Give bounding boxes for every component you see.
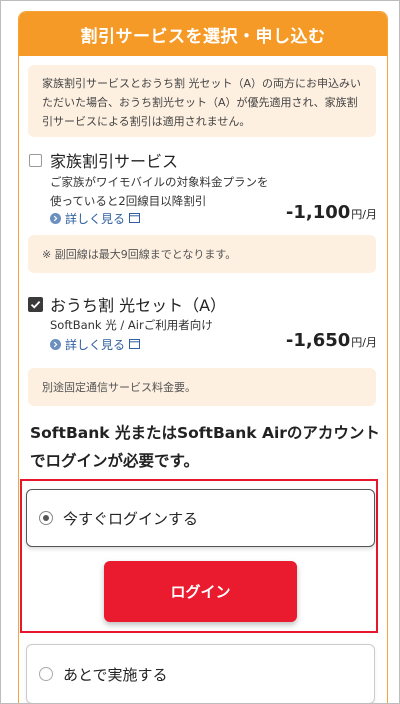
login-later-label: あとで実施する xyxy=(63,665,168,684)
home-discount-price-unit: 円/月 xyxy=(351,336,377,349)
login-now-label: 今すぐログインする xyxy=(63,509,199,528)
home-discount-price: -1,650円/月 xyxy=(286,330,377,351)
home-discount-note: 別途固定通信サービス料金要。 xyxy=(28,368,376,406)
family-discount-price-value: -1,100 xyxy=(285,202,351,223)
priority-notice: 家族割引サービスとおうち割 光セット（A）の両方にお申込みいただいた場合、おうち… xyxy=(28,65,376,137)
login-later-option[interactable]: あとで実施する xyxy=(26,644,375,703)
login-button[interactable]: ログイン xyxy=(104,561,297,622)
family-discount-note: ※ 副回線は最大9回線までとなります。 xyxy=(28,235,376,273)
radio-selected-icon xyxy=(39,511,53,525)
chevron-right-icon xyxy=(50,213,61,224)
external-window-icon xyxy=(129,338,141,352)
login-now-option[interactable]: 今すぐログインする xyxy=(26,489,375,547)
family-discount-title: 家族割引サービス xyxy=(50,152,179,171)
more-link-label: 詳しく見る xyxy=(65,338,126,352)
checkmark-icon xyxy=(30,300,41,309)
home-discount-checkbox[interactable] xyxy=(28,297,43,312)
home-discount-desc: SoftBank 光 / Airご利用者向け xyxy=(50,318,213,332)
family-discount-price-unit: 円/月 xyxy=(351,208,377,221)
chevron-right-icon xyxy=(50,339,61,350)
family-discount-checkbox[interactable] xyxy=(29,154,42,167)
home-discount-price-value: -1,650 xyxy=(285,330,351,351)
home-discount-title: おうち割 光セット（A） xyxy=(50,296,227,315)
panel-title: 割引サービスを選択・申し込む xyxy=(80,26,326,47)
login-required-heading: SoftBank 光またはSoftBank Airのアカウントでログインが必要で… xyxy=(30,424,380,470)
radio-unselected-icon xyxy=(39,667,53,681)
family-discount-desc-line1: ご家族がワイモバイルの対象料金プランを xyxy=(50,175,269,189)
more-link-label: 詳しく見る xyxy=(65,212,126,226)
home-discount-more-link[interactable]: 詳しく見る xyxy=(50,336,141,353)
login-button-label: ログイン xyxy=(170,583,231,601)
external-window-icon xyxy=(129,212,141,226)
screenshot-frame: 割引サービスを選択・申し込む 家族割引サービスとおうち割 光セット（A）の両方に… xyxy=(0,0,400,704)
family-discount-desc-line2: 使っていると2回線目以降割引 xyxy=(50,194,207,208)
family-discount-more-link[interactable]: 詳しく見る xyxy=(50,210,141,227)
family-discount-price: -1,100円/月 xyxy=(286,202,377,223)
panel-header: 割引サービスを選択・申し込む xyxy=(19,12,387,56)
